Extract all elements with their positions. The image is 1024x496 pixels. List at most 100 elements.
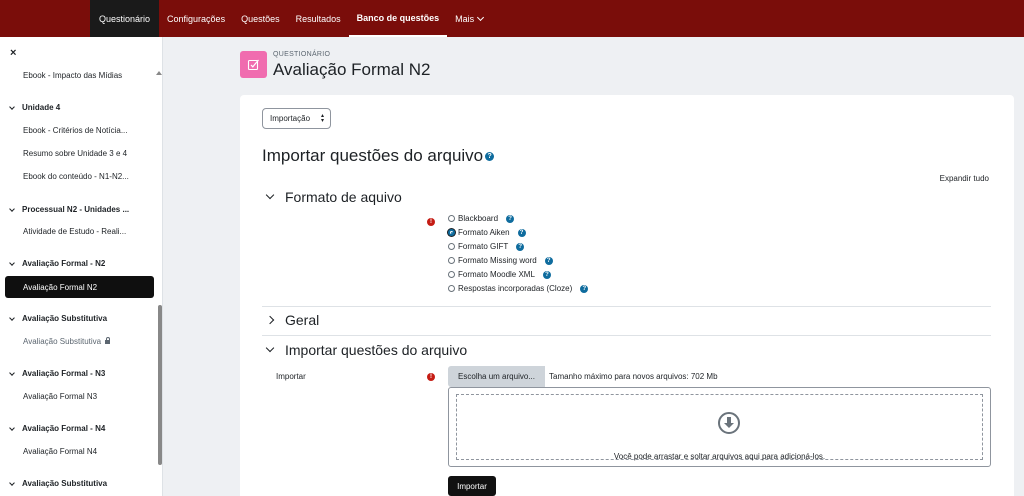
format-option-label: Formato Missing word	[458, 256, 537, 265]
tab-questoes[interactable]: Questões	[233, 0, 288, 37]
chevron-down-icon	[9, 314, 15, 321]
chevron-down-icon	[9, 103, 15, 110]
format-option-label: Respostas incorporadas (Cloze)	[458, 284, 573, 293]
sidebar-section[interactable]: Avaliação Formal - N4	[9, 424, 106, 433]
help-icon[interactable]: ?	[506, 214, 515, 223]
dropzone-text: Você pode arrastar e soltar arquivos aqu…	[613, 452, 826, 461]
main-content-card: Importação ▴ ▾ Importar questões do arqui…	[240, 95, 1014, 496]
section-format-toggle[interactable]: Formato de aquivo	[265, 189, 402, 205]
format-option-label: Formato GIFT	[458, 242, 509, 251]
radio-button[interactable]	[448, 271, 455, 278]
quiz-icon	[240, 51, 267, 78]
sidebar-section[interactable]: Avaliação Substitutiva	[9, 314, 108, 323]
sidebar-item-current[interactable]: Avaliação Formal N2	[5, 276, 154, 298]
format-option-label: Formato Moodle XML	[458, 270, 535, 279]
help-icon[interactable]: ?	[544, 256, 553, 265]
chevron-down-icon	[265, 190, 275, 200]
section-import-toggle[interactable]: Importar questões do arquivo	[265, 342, 468, 358]
sidebar-section[interactable]: Avaliação Formal - N3	[9, 369, 106, 378]
format-option[interactable]: Formato Missing word?	[448, 256, 553, 265]
sidebar-section-label: Avaliação Formal - N3	[22, 369, 106, 378]
required-icon: !	[427, 373, 435, 381]
sidebar-section-label: Avaliação Substitutiva	[22, 479, 108, 488]
radio-button-checked[interactable]	[448, 229, 455, 236]
chevron-down-icon	[265, 343, 275, 353]
help-icon[interactable]: ?	[580, 284, 589, 293]
sidebar-item[interactable]: Avaliação Formal N4	[23, 447, 97, 456]
chevron-down-icon	[9, 205, 15, 212]
chevron-down-icon	[9, 424, 15, 431]
download-arrow-icon	[718, 412, 740, 434]
choose-file-button[interactable]: Escolha um arquivo...	[448, 366, 545, 387]
sidebar-scrollbar[interactable]	[158, 305, 162, 465]
action-select-value: Importação	[270, 114, 311, 123]
radio-button[interactable]	[448, 243, 455, 250]
format-option[interactable]: Respostas incorporadas (Cloze)?	[448, 284, 589, 293]
section-format-label: Formato de aquivo	[285, 189, 402, 205]
chevron-down-icon	[477, 13, 485, 21]
sidebar-section-label: Avaliação Formal - N2	[22, 259, 106, 268]
sidebar-section[interactable]: Avaliação Formal - N2	[9, 259, 106, 268]
page-kicker: QUESTIONÁRIO	[273, 51, 331, 58]
format-option[interactable]: Formato GIFT?	[448, 242, 525, 251]
chevron-down-icon	[9, 369, 15, 376]
tab-mais[interactable]: Mais	[447, 0, 491, 37]
sidebar-section-label: Processual N2 - Unidades ...	[22, 205, 130, 214]
sidebar-section[interactable]: Processual N2 - Unidades ...	[9, 205, 130, 214]
sidebar-section[interactable]: Unidade 4	[9, 103, 61, 112]
sidebar-section-label: Unidade 4	[22, 103, 61, 112]
tab-mais-label: Mais	[455, 13, 475, 24]
required-icon: !	[427, 218, 435, 226]
sidebar-section-label: Avaliação Substitutiva	[22, 314, 108, 323]
sidebar-item[interactable]: Ebook - Critérios de Notícia...	[23, 126, 127, 135]
action-select[interactable]: Importação ▴ ▾	[262, 108, 331, 129]
chevron-down-icon	[9, 259, 15, 266]
import-heading: Importar questões do arquivo ?	[262, 146, 495, 166]
radio-button[interactable]	[448, 285, 455, 292]
chevron-right-icon	[265, 315, 275, 325]
help-icon[interactable]: ?	[517, 228, 526, 237]
section-divider	[262, 306, 991, 307]
radio-button[interactable]	[448, 215, 455, 222]
sidebar-item-locked[interactable]: Avaliação Substitutiva	[23, 337, 111, 346]
checkbox-pencil-icon	[247, 59, 259, 71]
format-option-selected[interactable]: Formato Aiken?	[448, 228, 526, 237]
section-general-label: Geral	[285, 312, 320, 328]
tab-configuracoes[interactable]: Configurações	[159, 0, 233, 37]
section-divider	[262, 335, 991, 336]
tab-resultados[interactable]: Resultados	[288, 0, 349, 37]
sidebar-item-label: Avaliação Substitutiva	[23, 337, 102, 346]
radio-button[interactable]	[448, 257, 455, 264]
section-general-toggle[interactable]: Geral	[265, 312, 320, 328]
close-icon[interactable]: ×	[10, 47, 16, 59]
sidebar-item[interactable]: Avaliação Formal N3	[23, 392, 97, 401]
help-icon[interactable]: ?	[516, 242, 525, 251]
sidebar-item[interactable]: Ebook - Impacto das Mídias	[23, 71, 122, 80]
sidebar-item[interactable]: Resumo sobre Unidade 3 e 4	[23, 149, 127, 158]
page-title: Avaliação Formal N2	[273, 60, 431, 79]
sidebar-section-label: Avaliação Formal - N4	[22, 424, 106, 433]
help-icon[interactable]: ?	[485, 151, 495, 161]
format-option[interactable]: Blackboard?	[448, 214, 515, 223]
format-option-label: Formato Aiken	[458, 228, 510, 237]
scroll-up-icon[interactable]	[156, 71, 162, 75]
sidebar-item[interactable]: Ebook do conteúdo - N1-N2...	[23, 172, 129, 181]
format-option[interactable]: Formato Moodle XML?	[448, 270, 551, 279]
tab-banco-de-questoes[interactable]: Banco de questões	[348, 0, 448, 37]
import-submit-button[interactable]: Importar	[448, 476, 496, 496]
select-arrows-icon: ▴ ▾	[320, 113, 324, 124]
lock-icon	[105, 337, 111, 344]
sidebar-item[interactable]: Atividade de Estudo - Reali...	[23, 227, 126, 236]
top-navigation: Questionário Configurações Questões Resu…	[0, 0, 1024, 37]
dropzone-inner: Você pode arrastar e soltar arquivos aqu…	[456, 394, 983, 461]
import-field-label: Importar	[276, 372, 306, 381]
expand-all-link[interactable]: Expandir tudo	[940, 174, 989, 183]
sidebar-section[interactable]: Avaliação Substitutiva	[9, 479, 108, 488]
format-option-label: Blackboard	[458, 214, 499, 223]
file-dropzone[interactable]: Você pode arrastar e soltar arquivos aqu…	[448, 387, 991, 467]
max-file-size: Tamanho máximo para novos arquivos: 702 …	[549, 372, 718, 381]
help-icon[interactable]: ?	[542, 270, 551, 279]
section-import-label: Importar questões do arquivo	[285, 342, 468, 358]
tab-questionario[interactable]: Questionário	[90, 0, 160, 37]
course-index-sidebar: × Ebook - Impacto das Mídias Unidade 4 E…	[0, 37, 163, 496]
